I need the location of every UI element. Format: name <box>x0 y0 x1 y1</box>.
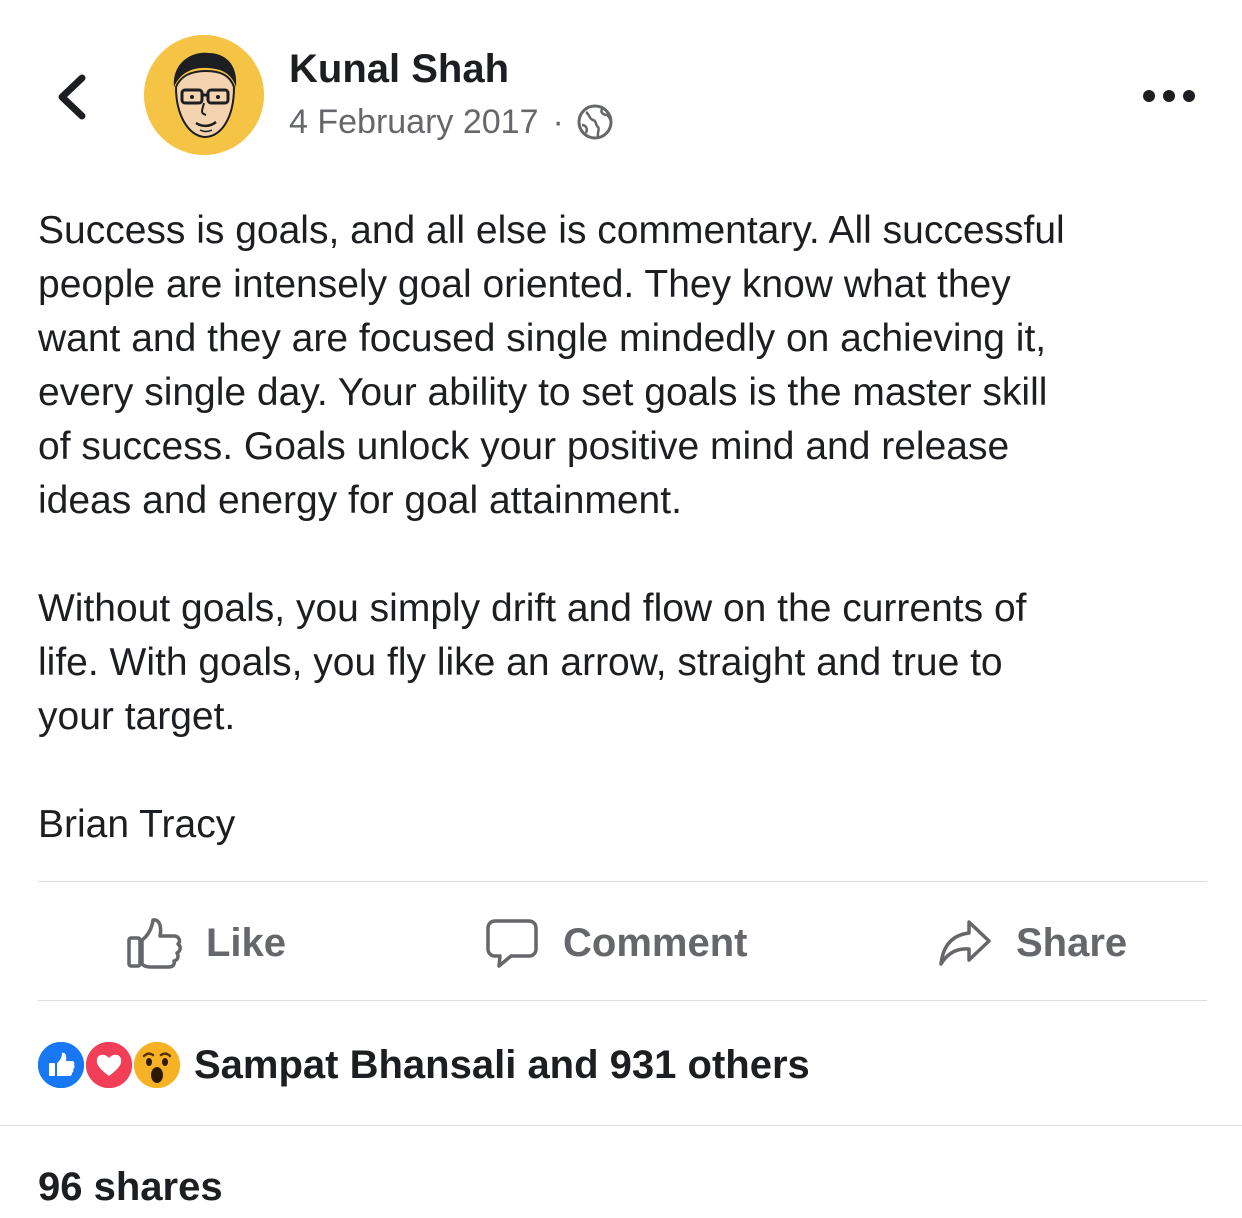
reactions-summary[interactable]: Sampat Bhansali and 931 others <box>36 1038 810 1092</box>
comment-button[interactable]: Comment <box>485 912 747 974</box>
more-horizontal-icon <box>1138 90 1200 118</box>
share-arrow-icon <box>938 916 992 970</box>
post-paragraph: Success is goals, and all else is commen… <box>38 209 1065 522</box>
love-reaction-icon <box>84 1040 134 1090</box>
share-button[interactable]: Share <box>938 912 1127 974</box>
author-name[interactable]: Kunal Shah <box>289 44 509 94</box>
divider <box>0 1125 1242 1126</box>
divider <box>38 881 1207 882</box>
like-button[interactable]: Like <box>126 912 286 974</box>
reaction-icons <box>36 1040 182 1090</box>
thumbs-up-icon <box>126 916 182 970</box>
meta-separator: · <box>552 102 564 141</box>
more-options-button[interactable] <box>1138 78 1200 114</box>
shares-count[interactable]: 96 shares <box>38 1160 223 1214</box>
like-reaction-icon <box>36 1040 86 1090</box>
globe-icon <box>576 103 614 141</box>
chevron-left-icon <box>48 74 98 128</box>
reactions-count-text[interactable]: Sampat Bhansali and 931 others <box>194 1043 810 1088</box>
comment-label: Comment <box>563 920 748 965</box>
post-text: Success is goals, and all else is commen… <box>38 204 1218 852</box>
like-label: Like <box>206 920 287 965</box>
post-paragraph: Without goals, you simply drift and flow… <box>38 587 1027 738</box>
divider <box>38 1000 1207 1001</box>
post-paragraph: Brian Tracy <box>38 803 236 846</box>
avatar-caricature-icon <box>144 35 264 155</box>
wow-reaction-icon <box>132 1040 182 1090</box>
back-button[interactable] <box>48 70 98 124</box>
avatar[interactable] <box>144 35 264 155</box>
share-label: Share <box>1016 920 1128 965</box>
post-timestamp[interactable]: 4 February 2017 <box>289 103 539 142</box>
post-meta: 4 February 2017 · <box>289 100 614 144</box>
comment-bubble-icon <box>485 916 539 970</box>
